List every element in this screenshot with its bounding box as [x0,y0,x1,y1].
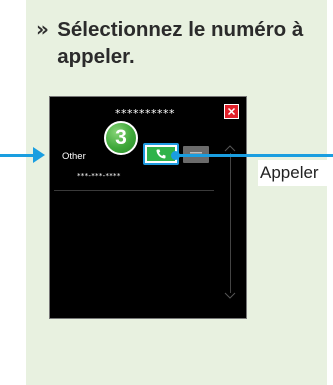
scrollbar[interactable] [230,153,231,293]
phone-icon [156,149,166,159]
contact-name-masked: ********** [115,107,175,120]
double-chevron-icon: » [36,17,49,41]
contact-number: ***-***-**** [77,172,121,180]
chevron-up-icon [224,145,236,152]
scroll-up-button[interactable] [223,139,237,152]
pointer-arrow-head-icon [33,147,45,163]
row-divider [54,190,214,191]
callout-connector-line [175,154,333,157]
callout-label: Appeler [258,160,330,186]
chevron-down-icon [224,292,236,299]
close-icon [227,107,236,116]
instruction-text: Sélectionnez le numéro à appeler. [57,18,304,68]
close-button[interactable] [224,104,239,119]
instruction-heading: » Sélectionnez le numéro à appeler. [36,16,326,70]
step-number-badge: 3 [104,121,138,155]
pointer-arrow-line [0,154,36,157]
contact-label: Other [62,151,86,162]
phone-screen: ********** Other ***-***-**** [49,96,247,319]
scroll-down-button[interactable] [223,287,237,299]
